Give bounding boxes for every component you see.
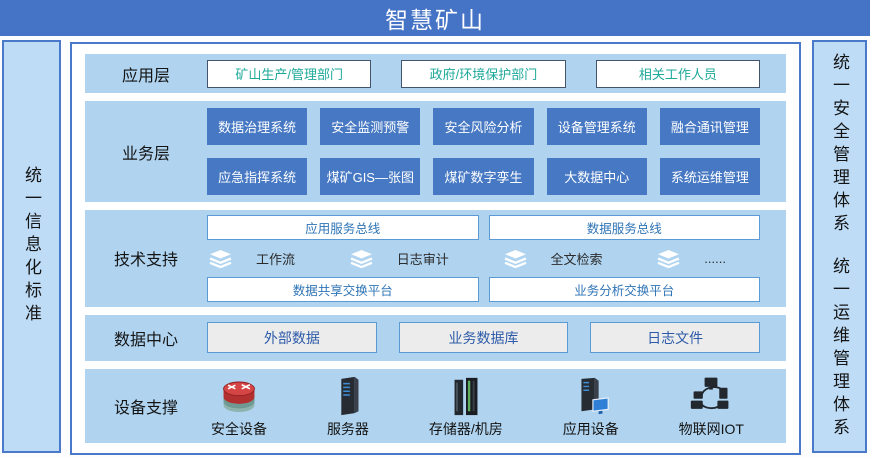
- business-box-comm-mgmt: 融合通讯管理: [660, 108, 760, 145]
- middleware-fulltext-search: 全文检索: [504, 249, 603, 268]
- business-box-safety-monitoring: 安全监测预警: [320, 108, 420, 145]
- middleware-label: ......: [704, 251, 726, 266]
- log-file-box: 日志文件: [590, 322, 760, 353]
- business-layer-row: 业务层 数据治理系统 安全监测预警 安全风险分析 设备管理系统 融合通讯管理 应…: [85, 101, 786, 202]
- firewall-device-icon: [217, 373, 261, 417]
- exchange-platform-row: 数据共享交换平台 业务分析交换平台: [207, 277, 760, 302]
- business-box-data-governance: 数据治理系统: [207, 108, 307, 145]
- business-box-gis-map: 煤矿GIS—张图: [320, 158, 420, 195]
- layers-icon: [209, 249, 232, 268]
- business-layer-boxes: 数据治理系统 安全监测预警 安全风险分析 设备管理系统 融合通讯管理 应急指挥系…: [207, 108, 760, 195]
- right-pillar-label-ops: 统一运维管理体系: [831, 257, 848, 441]
- main-architecture-frame: 应用层 矿山生产/管理部门 政府/环境保护部门 相关工作人员 业务层 数据治理系…: [70, 42, 801, 455]
- page-title: 智慧矿山: [385, 1, 485, 35]
- device-label: 存储器/机房: [429, 419, 503, 439]
- application-box-government-env: 政府/环境保护部门: [401, 60, 565, 88]
- smart-mine-architecture-diagram: 智慧矿山 统一信息化标准 统一安全管理体系 统一运维管理体系 应用层 矿山生产/…: [0, 0, 870, 457]
- storage-rack-icon: [446, 373, 486, 417]
- application-box-mine-production: 矿山生产/管理部门: [207, 60, 371, 88]
- data-center-layer-row: 数据中心 外部数据 业务数据库 日志文件: [85, 315, 786, 361]
- data-sharing-platform-box: 数据共享交换平台: [207, 277, 479, 302]
- middleware-log-audit: 日志审计: [350, 249, 449, 268]
- device-iot-network: 物联网IOT: [679, 373, 744, 439]
- data-center-label: 数据中心: [85, 326, 207, 350]
- device-label: 应用设备: [563, 419, 619, 439]
- application-layer-row: 应用层 矿山生产/管理部门 政府/环境保护部门 相关工作人员: [85, 54, 786, 93]
- business-layer-label: 业务层: [85, 140, 207, 164]
- business-box-ops-mgmt: 系统运维管理: [660, 158, 760, 195]
- tech-support-content: 应用服务总线 数据服务总线 工作流 日志审计: [207, 215, 760, 302]
- app-service-bus-box: 应用服务总线: [207, 215, 479, 240]
- device-label: 安全设备: [211, 419, 267, 439]
- middleware-row: 工作流 日志审计 全文检索: [207, 249, 760, 268]
- device-storage-room: 存储器/机房: [429, 373, 503, 439]
- application-layer-label: 应用层: [85, 62, 207, 86]
- tech-support-label: 技术支持: [85, 246, 207, 270]
- device-server: 服务器: [327, 373, 369, 439]
- app-device-icon: [570, 373, 612, 417]
- device-application-equipment: 应用设备: [563, 373, 619, 439]
- tech-support-layer-row: 技术支持 应用服务总线 数据服务总线 工作流: [85, 210, 786, 307]
- data-center-boxes: 外部数据 业务数据库 日志文件: [207, 322, 760, 353]
- layers-icon: [657, 249, 680, 268]
- business-box-equipment-mgmt: 设备管理系统: [547, 108, 647, 145]
- device-label: 物联网IOT: [679, 419, 744, 439]
- title-banner: 智慧矿山: [0, 0, 870, 36]
- data-service-bus-box: 数据服务总线: [489, 215, 761, 240]
- left-pillar-label: 统一信息化标准: [23, 166, 40, 327]
- middleware-label: 全文检索: [551, 249, 603, 268]
- device-support-items: 安全设备 服务器: [207, 373, 760, 439]
- left-pillar-unified-info-standard: 统一信息化标准: [2, 40, 61, 453]
- business-box-big-data-center: 大数据中心: [547, 158, 647, 195]
- business-box-emergency-command: 应急指挥系统: [207, 158, 307, 195]
- business-database-box: 业务数据库: [399, 322, 569, 353]
- middleware-label: 日志审计: [397, 249, 449, 268]
- middleware-label: 工作流: [256, 249, 295, 268]
- device-security-equipment: 安全设备: [211, 373, 267, 439]
- business-analysis-platform-box: 业务分析交换平台: [489, 277, 761, 302]
- device-support-label: 设备支撑: [85, 394, 207, 418]
- external-data-box: 外部数据: [207, 322, 377, 353]
- server-tower-icon: [328, 373, 368, 417]
- device-label: 服务器: [327, 419, 369, 439]
- right-pillar-label-security: 统一安全管理体系: [831, 53, 848, 237]
- middleware-more: ......: [657, 249, 726, 268]
- application-layer-boxes: 矿山生产/管理部门 政府/环境保护部门 相关工作人员: [207, 60, 760, 88]
- layers-icon: [350, 249, 373, 268]
- middleware-workflow: 工作流: [209, 249, 295, 268]
- business-box-risk-analysis: 安全风险分析: [433, 108, 533, 145]
- device-support-layer-row: 设备支撑 安全设备: [85, 369, 786, 443]
- business-row-1: 数据治理系统 安全监测预警 安全风险分析 设备管理系统 融合通讯管理: [207, 108, 760, 145]
- business-box-digital-twin: 煤矿数字孪生: [433, 158, 533, 195]
- application-box-related-staff: 相关工作人员: [596, 60, 760, 88]
- layers-icon: [504, 249, 527, 268]
- iot-network-icon: [689, 373, 733, 417]
- right-pillar-unified-systems: 统一安全管理体系 统一运维管理体系: [812, 40, 867, 453]
- service-bus-row: 应用服务总线 数据服务总线: [207, 215, 760, 240]
- business-row-2: 应急指挥系统 煤矿GIS—张图 煤矿数字孪生 大数据中心 系统运维管理: [207, 158, 760, 195]
